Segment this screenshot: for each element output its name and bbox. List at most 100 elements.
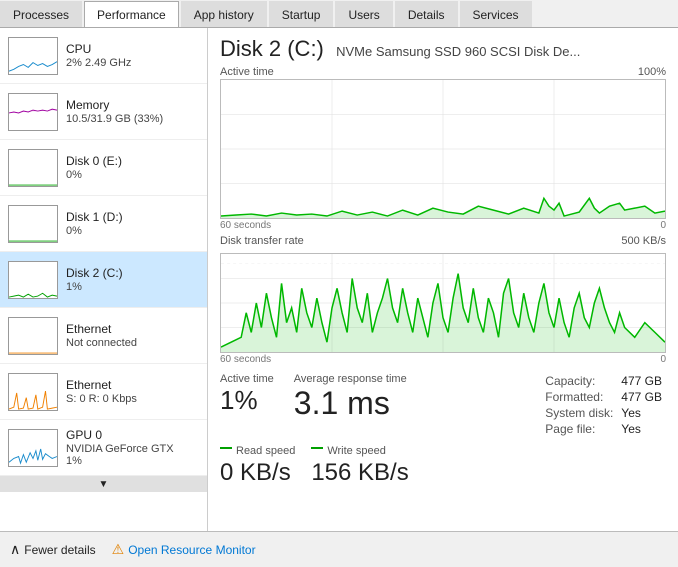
- memory-thumbnail: [8, 93, 58, 131]
- tab-services[interactable]: Services: [460, 1, 532, 27]
- disk-model: NVMe Samsung SSD 960 SCSI Disk De...: [336, 44, 580, 59]
- disk1-value: 0%: [66, 225, 199, 237]
- sidebar-item-memory[interactable]: Memory 10.5/31.9 GB (33%): [0, 84, 207, 140]
- read-speed-label: Read speed: [236, 445, 295, 457]
- sidebar-item-gpu0[interactable]: GPU 0 NVIDIA GeForce GTX1%: [0, 420, 207, 476]
- chart-top-label-left: Active time: [220, 66, 274, 78]
- open-resource-monitor-label: Open Resource Monitor: [128, 543, 255, 557]
- disk2-value: 1%: [66, 281, 199, 293]
- fewer-details-button[interactable]: ∧ Fewer details: [10, 541, 96, 558]
- response-time-label: Average response time: [294, 373, 407, 385]
- sidebar-item-ethernet1[interactable]: Ethernet Not connected: [0, 308, 207, 364]
- cpu-value: 2% 2.49 GHz: [66, 57, 199, 69]
- disk0-label: Disk 0 (E:): [66, 154, 199, 168]
- ethernet1-info: Ethernet Not connected: [66, 322, 199, 349]
- chart-top-labels: Active time 100%: [220, 66, 666, 78]
- page-file-label: Page file:: [541, 421, 617, 437]
- chart-bottom-time-left: 60 seconds: [220, 354, 271, 365]
- disk0-value: 0%: [66, 169, 199, 181]
- ethernet2-label: Ethernet: [66, 378, 199, 392]
- active-time-value: 1%: [220, 385, 274, 416]
- capacity-value: 477 GB: [617, 373, 666, 389]
- ethernet2-info: Ethernet S: 0 R: 0 Kbps: [66, 378, 199, 405]
- transfer-rate-chart-container: Disk transfer rate 500 KB/s: [220, 235, 666, 365]
- active-time-chart-container: Active time 100%: [220, 66, 666, 231]
- memory-info: Memory 10.5/31.9 GB (33%): [66, 98, 199, 125]
- chart-bottom-label-left: Disk transfer rate: [220, 235, 304, 247]
- page-file-value: Yes: [617, 421, 666, 437]
- write-speed-label: Write speed: [327, 445, 386, 457]
- tab-details[interactable]: Details: [395, 1, 458, 27]
- cpu-label: CPU: [66, 42, 199, 56]
- disk0-thumbnail: [8, 149, 58, 187]
- formatted-value: 477 GB: [617, 389, 666, 405]
- sidebar-item-cpu[interactable]: CPU 2% 2.49 GHz: [0, 28, 207, 84]
- sidebar-item-ethernet2[interactable]: Ethernet S: 0 R: 0 Kbps: [0, 364, 207, 420]
- disk2-info: Disk 2 (C:) 1%: [66, 266, 199, 293]
- bottom-bar: ∧ Fewer details ⚠ Open Resource Monitor: [0, 531, 678, 567]
- response-time-stat: Average response time 3.1 ms: [294, 373, 407, 422]
- cpu-thumbnail: [8, 37, 58, 75]
- capacity-label: Capacity:: [541, 373, 617, 389]
- ethernet1-label: Ethernet: [66, 322, 199, 336]
- disk1-label: Disk 1 (D:): [66, 210, 199, 224]
- memory-value: 10.5/31.9 GB (33%): [66, 113, 199, 125]
- active-time-label: Active time: [220, 373, 274, 385]
- open-resource-monitor-link[interactable]: ⚠ Open Resource Monitor: [112, 541, 256, 558]
- gpu0-value: NVIDIA GeForce GTX1%: [66, 443, 199, 467]
- disk0-info: Disk 0 (E:) 0%: [66, 154, 199, 181]
- ethernet2-value: S: 0 R: 0 Kbps: [66, 393, 199, 405]
- sidebar-item-disk2[interactable]: Disk 2 (C:) 1%: [0, 252, 207, 308]
- chart-bottom-label-right: 500 KB/s: [621, 235, 666, 247]
- chart-top-label-right: 100%: [638, 66, 666, 78]
- write-speed-block: Write speed 156 KB/s: [311, 445, 408, 487]
- cpu-info: CPU 2% 2.49 GHz: [66, 42, 199, 69]
- read-speed-line-icon: [220, 447, 232, 455]
- chart-bottom-labels: Disk transfer rate 500 KB/s: [220, 235, 666, 247]
- tab-performance[interactable]: Performance: [84, 1, 179, 27]
- gpu0-label: GPU 0: [66, 428, 199, 442]
- main-content: CPU 2% 2.49 GHz Memory 10.5/31.9 GB (33%…: [0, 28, 678, 531]
- chevron-up-icon: ∧: [10, 541, 20, 558]
- disk1-thumbnail: [8, 205, 58, 243]
- sidebar-scroll-down[interactable]: ▼: [0, 476, 207, 492]
- read-speed-value: 0 KB/s: [220, 459, 295, 487]
- formatted-label: Formatted:: [541, 389, 617, 405]
- speed-row: Read speed 0 KB/s Write speed 156 KB/s: [220, 445, 666, 487]
- sidebar-item-disk0[interactable]: Disk 0 (E:) 0%: [0, 140, 207, 196]
- write-speed-line-icon: [311, 447, 323, 455]
- chart-top-time-row: 60 seconds 0: [220, 220, 666, 231]
- active-time-chart: [220, 79, 666, 219]
- disk2-label: Disk 2 (C:): [66, 266, 199, 280]
- resource-monitor-icon: ⚠: [112, 541, 125, 558]
- gpu0-thumbnail: [8, 429, 58, 467]
- memory-label: Memory: [66, 98, 199, 112]
- sidebar: CPU 2% 2.49 GHz Memory 10.5/31.9 GB (33%…: [0, 28, 208, 531]
- chart-top-time-left: 60 seconds: [220, 220, 271, 231]
- transfer-rate-chart: [220, 253, 666, 353]
- tab-startup[interactable]: Startup: [269, 1, 334, 27]
- system-disk-label: System disk:: [541, 405, 617, 421]
- disk-info-table: Capacity: 477 GB Formatted: 477 GB Syste…: [541, 373, 666, 437]
- disk2-thumbnail: [8, 261, 58, 299]
- disk1-info: Disk 1 (D:) 0%: [66, 210, 199, 237]
- disk-title: Disk 2 (C:) NVMe Samsung SSD 960 SCSI Di…: [220, 36, 580, 61]
- active-time-stat: Active time 1%: [220, 373, 274, 416]
- response-time-value: 3.1 ms: [294, 385, 407, 422]
- chart-bottom-time-row: 60 seconds 0: [220, 354, 666, 365]
- ethernet1-thumbnail: [8, 317, 58, 355]
- right-panel: Disk 2 (C:) NVMe Samsung SSD 960 SCSI Di…: [208, 28, 678, 531]
- system-disk-value: Yes: [617, 405, 666, 421]
- tab-app-history[interactable]: App history: [181, 1, 267, 27]
- chart-top-time-right: 0: [660, 220, 666, 231]
- tab-users[interactable]: Users: [335, 1, 392, 27]
- read-speed-block: Read speed 0 KB/s: [220, 445, 295, 487]
- fewer-details-label: Fewer details: [24, 543, 95, 557]
- chart-bottom-time-right: 0: [660, 354, 666, 365]
- tab-processes[interactable]: Processes: [0, 1, 82, 27]
- write-speed-value: 156 KB/s: [311, 459, 408, 487]
- sidebar-item-disk1[interactable]: Disk 1 (D:) 0%: [0, 196, 207, 252]
- tab-bar: Processes Performance App history Startu…: [0, 0, 678, 28]
- ethernet2-thumbnail: [8, 373, 58, 411]
- ethernet1-value: Not connected: [66, 337, 199, 349]
